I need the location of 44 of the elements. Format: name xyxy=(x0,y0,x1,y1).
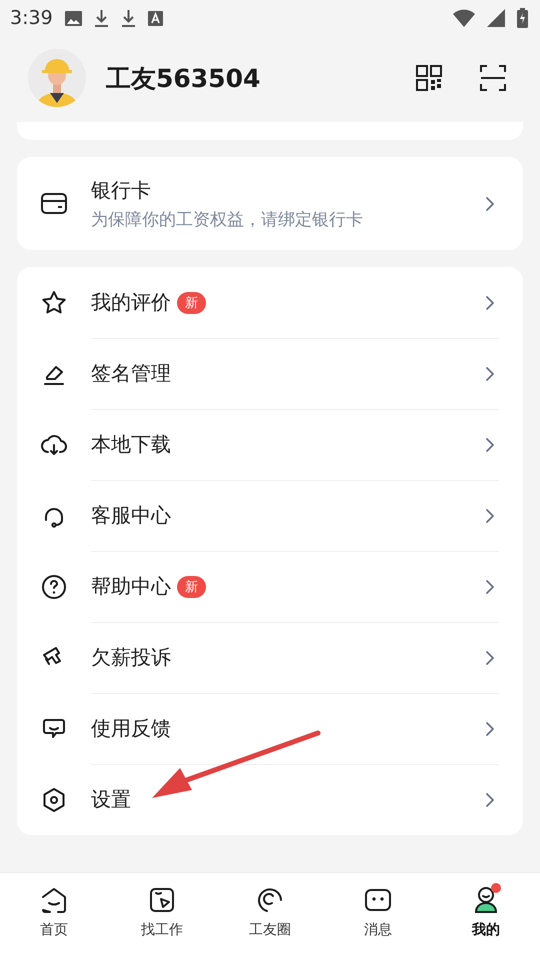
menu-item[interactable]: 本地下载 xyxy=(17,409,523,480)
qr-code-icon[interactable] xyxy=(416,65,442,91)
nav-tab[interactable]: 消息 xyxy=(324,873,432,960)
chevron-right-icon xyxy=(485,508,495,524)
nav-tab[interactable]: 工友圈 xyxy=(216,873,324,960)
menu-item[interactable]: 使用反馈 xyxy=(17,693,523,764)
bank-card-item[interactable]: 银行卡 为保障你的工资权益，请绑定银行卡 xyxy=(17,157,523,250)
new-badge: 新 xyxy=(177,292,206,314)
image-icon xyxy=(64,10,82,26)
menu-item[interactable]: 设置 xyxy=(17,764,523,835)
download-icon xyxy=(94,9,109,27)
status-time: 3:39 xyxy=(10,7,53,29)
nav-tab[interactable]: 我的 xyxy=(432,873,540,960)
nav-tab[interactable]: 首页 xyxy=(0,873,108,960)
card-icon xyxy=(41,192,67,214)
star-icon xyxy=(41,290,67,316)
bank-card-title: 银行卡 xyxy=(91,176,152,204)
job-icon xyxy=(147,885,177,915)
signal-icon xyxy=(487,9,505,27)
settings-icon xyxy=(41,786,67,812)
bank-card-hint: 为保障你的工资权益，请绑定银行卡 xyxy=(91,208,364,230)
home-icon xyxy=(39,885,69,915)
chevron-right-icon xyxy=(485,650,495,666)
chevron-right-icon xyxy=(485,196,495,212)
menu-item[interactable]: 客服中心 xyxy=(17,480,523,551)
chevron-right-icon xyxy=(485,720,495,736)
menu-item[interactable]: 签名管理 xyxy=(17,338,523,409)
font-icon xyxy=(148,10,163,26)
new-badge: 新 xyxy=(177,576,206,598)
scan-icon[interactable] xyxy=(480,65,506,91)
battery-icon xyxy=(517,8,528,28)
menu-item[interactable]: 我的评价 新 xyxy=(17,267,523,338)
chevron-right-icon xyxy=(485,578,495,594)
help-icon xyxy=(41,574,67,600)
nav-tab[interactable]: 找工作 xyxy=(108,873,216,960)
chevron-right-icon xyxy=(485,792,495,808)
chevron-right-icon xyxy=(485,366,495,382)
chevron-right-icon xyxy=(485,436,495,452)
chevron-right-icon xyxy=(485,294,495,310)
user-name: 工友563504 xyxy=(106,62,262,94)
menu-item[interactable]: 帮助中心 新 xyxy=(17,551,523,622)
wifi-icon xyxy=(453,9,475,27)
menu-item[interactable]: 欠薪投诉 xyxy=(17,622,523,693)
download-icon xyxy=(120,9,136,27)
